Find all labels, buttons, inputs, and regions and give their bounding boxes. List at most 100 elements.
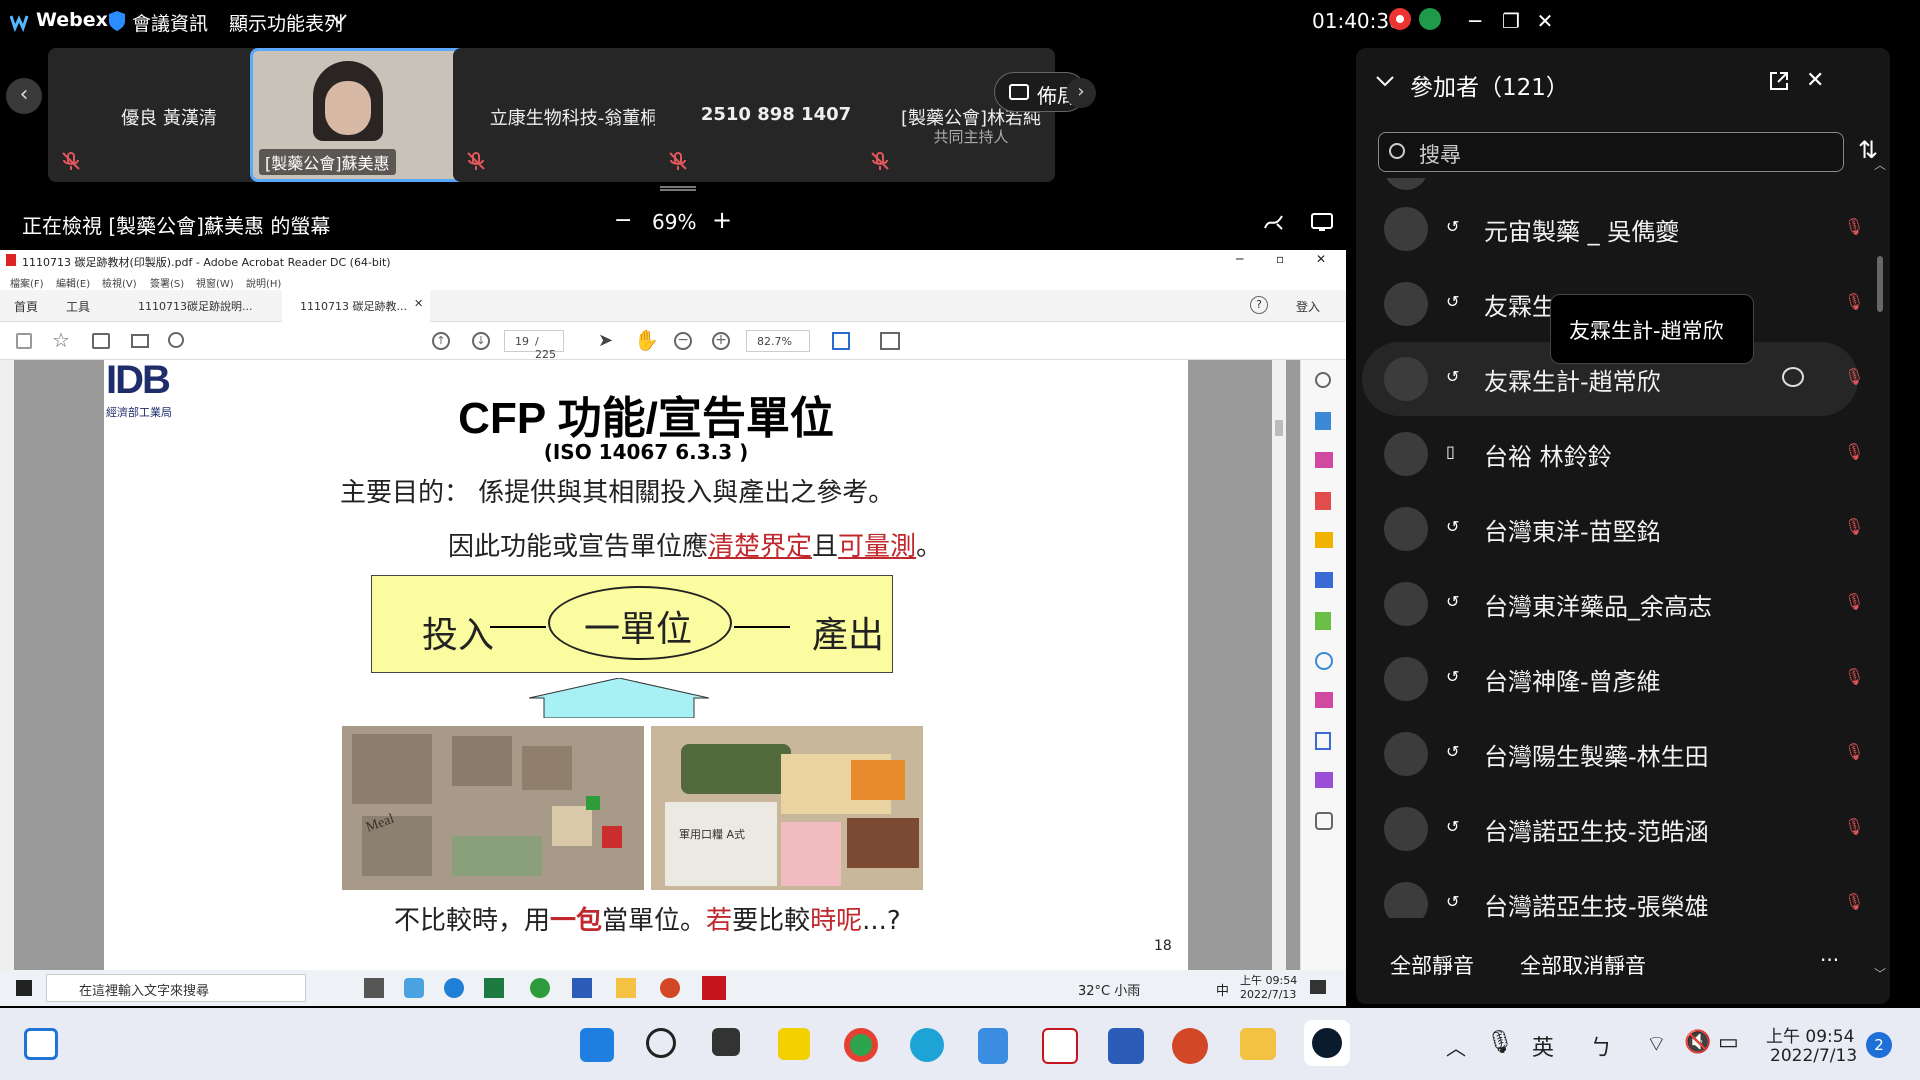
hand-icon[interactable]: ✋ [634,328,659,352]
notification-icon[interactable] [1310,980,1326,994]
mic-muted-icon[interactable]: 🎙 [1844,442,1866,466]
search-icon[interactable] [168,332,184,348]
signin-link[interactable]: 登入 [1296,298,1320,315]
zoom-out-icon[interactable]: − [674,332,692,350]
popout-icon[interactable] [1768,70,1790,96]
weather[interactable]: 32°C 小雨 [1078,980,1140,999]
pdf-scrollbar[interactable] [1272,360,1286,970]
menu-help[interactable]: 說明(H) [246,275,281,290]
chevron-down-icon[interactable] [330,10,348,33]
snap-layout-icon[interactable] [24,1028,58,1060]
record-icon[interactable] [1389,8,1411,30]
zoom-out-button[interactable]: − [614,208,632,233]
protect-icon[interactable] [1315,732,1331,750]
clock-time[interactable]: 上午 09:54 [1766,1022,1854,1047]
organize-icon[interactable] [1315,452,1333,468]
search-icon[interactable] [646,1028,676,1058]
mic-muted-icon[interactable]: 🎙 [1844,517,1866,541]
mic-muted-icon[interactable]: 🎙 [1844,592,1866,616]
menu-sign[interactable]: 簽署(S) [150,275,184,290]
edge-icon[interactable] [910,1028,944,1062]
annotate-icon[interactable] [1262,210,1286,238]
mute-all-button[interactable]: 全部靜音 [1390,950,1474,980]
ime-indicator[interactable]: 中 [1216,980,1229,999]
keyboard-icon[interactable] [880,332,900,350]
star-icon[interactable]: ☆ [52,328,70,352]
zoom-in-icon[interactable]: + [712,332,730,350]
collapse-chevron-icon[interactable] [1374,70,1396,96]
scan-icon[interactable] [1315,652,1333,670]
mic-muted-icon[interactable]: 🎙 [1844,817,1866,841]
tab-close-icon[interactable]: ✕ [414,297,423,310]
mic-muted-icon[interactable]: 🎙 [1844,892,1866,916]
network-health-icon[interactable] [1419,8,1441,30]
mic-muted-icon[interactable]: 🎙 [1844,367,1866,391]
remote-start-icon[interactable] [16,980,32,996]
acro-close-icon[interactable]: ✕ [1316,252,1326,266]
minimize-icon[interactable]: ─ [1460,6,1490,36]
tab-home[interactable]: 首頁 [14,298,38,315]
acrobat-icon[interactable] [1042,1028,1078,1064]
participant-tile[interactable]: [製藥公會]林若純 共同主持人 [857,48,1055,182]
list-item[interactable]: ↺ 台灣神隆-曾彥維 🎙 [1356,642,1866,716]
mic-muted-icon[interactable]: 🎙 [1844,217,1866,241]
screen-options-icon[interactable] [1310,210,1334,238]
powerpoint-icon[interactable] [660,978,680,998]
close-icon[interactable]: ✕ [1530,6,1560,36]
next-page-icon[interactable]: ↓ [472,332,490,350]
find-tool-icon[interactable] [1315,372,1331,388]
tab-tools[interactable]: 工具 [66,298,90,315]
app-icon[interactable] [404,978,424,998]
strip-next-button[interactable]: › [1066,78,1096,108]
mic-muted-tray-icon[interactable]: 🎙 [1486,1030,1514,1055]
list-item[interactable]: ▯ 台裕 林鈴鈴 🎙 [1356,417,1866,491]
page-number-field[interactable]: 19 / 225 [504,330,564,361]
list-item[interactable]: ↺ 台灣陽生製藥-林生田 🎙 [1356,717,1866,791]
list-item[interactable]: ↺ 台灣諾亞生技-張榮雄 🎙 [1356,867,1866,918]
list-item[interactable]: ↺ 台灣諾亞生技-范皓涵 🎙 [1356,792,1866,866]
edit-icon[interactable] [1315,772,1333,788]
webex-taskbar-icon[interactable] [1304,1020,1350,1066]
pdf-viewport[interactable]: IDB 經濟部工業局 CFP 功能/宣告單位 (ISO 14067 6.3.3 … [0,358,1346,970]
start-icon[interactable] [580,1028,614,1062]
prev-page-icon[interactable]: ↑ [432,332,450,350]
notification-badge[interactable]: 2 [1866,1032,1892,1058]
remote-search-box[interactable]: 在這裡輸入文字來搜尋 [46,974,306,1002]
menu-window[interactable]: 視窗(W) [196,275,234,290]
left-panel-toggle[interactable] [0,360,14,970]
scroll-thumb[interactable] [1877,256,1883,312]
acro-maximize-icon[interactable]: ▫ [1276,252,1284,266]
chat-icon[interactable] [1782,367,1804,387]
list-item[interactable]: ↺ 元宙製藥 _ 吳儁夔 🎙 [1356,192,1866,266]
mail-icon[interactable] [131,334,149,348]
menu-view[interactable]: 檢視(V) [102,275,137,290]
chrome-icon[interactable] [530,978,550,998]
fill-sign-icon[interactable] [1315,612,1331,630]
combine-icon[interactable] [1315,572,1333,588]
acro-minimize-icon[interactable]: ─ [1236,252,1243,266]
more-tools-icon[interactable] [1315,812,1333,830]
restore-icon[interactable]: ❐ [1496,6,1526,36]
unmute-all-button[interactable]: 全部取消靜音 [1520,950,1646,980]
resize-handle[interactable] [660,186,696,191]
acrobat-icon[interactable] [702,976,726,1000]
mic-muted-icon[interactable]: 🎙 [1844,292,1866,316]
task-view-icon[interactable] [364,978,384,998]
volume-muted-icon[interactable]: 🔇 [1684,1030,1711,1055]
menu-edit[interactable]: 編輯(E) [56,275,90,290]
tray-overflow-icon[interactable]: ︿ [1446,1032,1466,1061]
mic-muted-icon[interactable]: 🎙 [1844,667,1866,691]
remote-clock-date[interactable]: 2022/7/13 [1240,988,1296,1001]
tab-document-2[interactable]: 1110713 碳足跡教... ✕ [282,290,430,322]
notepad-icon[interactable] [978,1028,1008,1064]
excel-icon[interactable] [484,978,504,998]
ime-mode[interactable]: ㄅ [1590,1030,1612,1062]
mic-muted-icon[interactable]: 🎙 [1844,742,1866,766]
task-view-icon[interactable] [712,1028,740,1056]
file-explorer-icon[interactable] [1240,1028,1276,1060]
wifi-icon[interactable]: ⌔ [1646,1030,1667,1058]
help-icon[interactable]: ? [1250,296,1268,314]
menu-file[interactable]: 檔案(F) [10,275,44,290]
panel-scrollbar[interactable]: ︿ ﹀ [1872,156,1888,981]
more-options-button[interactable]: ··· [1820,948,1839,972]
